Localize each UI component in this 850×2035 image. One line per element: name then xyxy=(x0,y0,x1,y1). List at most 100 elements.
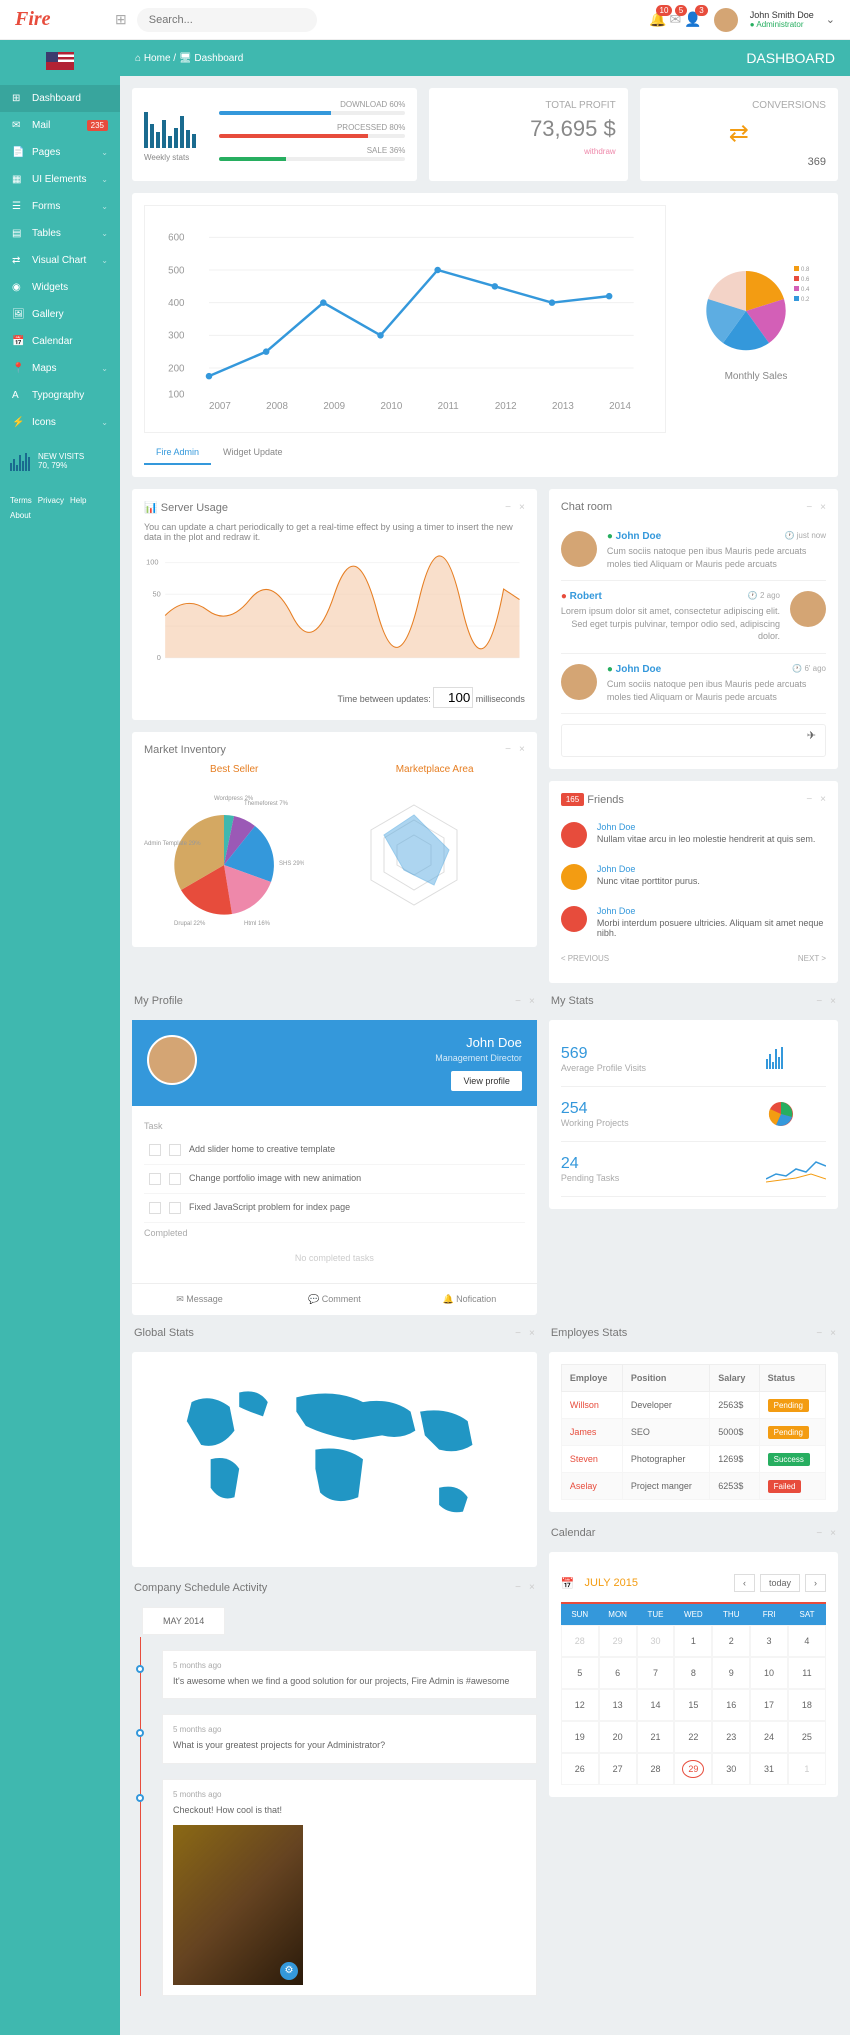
avatar[interactable] xyxy=(714,8,738,32)
calendar-cell[interactable]: 9 xyxy=(712,1657,750,1689)
breadcrumb-page[interactable]: 🖥 Dashboard xyxy=(179,53,243,64)
friends-next[interactable]: NEXT > xyxy=(798,954,826,963)
nav-calendar[interactable]: 📅 Calendar xyxy=(0,328,120,355)
calendar-cell[interactable]: 6 xyxy=(599,1657,637,1689)
nav-forms[interactable]: ☰ Forms ⌄ xyxy=(0,193,120,220)
close-icon[interactable]: × xyxy=(529,1328,535,1339)
calendar-cell[interactable]: 5 xyxy=(561,1657,599,1689)
close-icon[interactable]: × xyxy=(820,502,826,513)
minimize-icon[interactable]: − xyxy=(816,1328,822,1339)
calendar-cell[interactable]: 25 xyxy=(788,1721,826,1753)
calendar-cell[interactable]: 23 xyxy=(712,1721,750,1753)
calendar-cell[interactable]: 13 xyxy=(599,1689,637,1721)
calendar-cell[interactable]: 29 xyxy=(599,1625,637,1657)
calendar-cell[interactable]: 28 xyxy=(637,1753,675,1785)
nav-pages[interactable]: 📄 Pages ⌄ xyxy=(0,139,120,166)
checkbox[interactable] xyxy=(149,1202,161,1214)
calendar-cell[interactable]: 30 xyxy=(712,1753,750,1785)
flag-selector[interactable] xyxy=(0,40,120,85)
calendar-cell[interactable]: 3 xyxy=(750,1625,788,1657)
sidebar-link[interactable]: Help xyxy=(70,496,86,505)
sidebar-link[interactable]: About xyxy=(10,511,31,520)
calendar-cell[interactable]: 18 xyxy=(788,1689,826,1721)
calendar-cell[interactable]: 27 xyxy=(599,1753,637,1785)
calendar-cell[interactable]: 20 xyxy=(599,1721,637,1753)
calendar-cell[interactable]: 15 xyxy=(674,1689,712,1721)
minimize-icon[interactable]: − xyxy=(816,1528,822,1539)
breadcrumb-home[interactable]: ⌂ Home xyxy=(135,53,171,64)
calendar-cell[interactable]: 2 xyxy=(712,1625,750,1657)
cal-prev[interactable]: ‹ xyxy=(734,1574,755,1592)
nav-mail[interactable]: ✉ Mail 235 xyxy=(0,112,120,139)
task-item[interactable]: Change portfolio image with new animatio… xyxy=(144,1165,525,1194)
checkbox[interactable] xyxy=(169,1144,181,1156)
calendar-cell[interactable]: 22 xyxy=(674,1721,712,1753)
close-icon[interactable]: × xyxy=(830,996,836,1007)
notif-icon[interactable]: 👤3 xyxy=(684,11,701,27)
minimize-icon[interactable]: − xyxy=(816,996,822,1007)
calendar-cell[interactable]: 29 xyxy=(674,1753,712,1785)
close-icon[interactable]: × xyxy=(519,502,525,513)
send-icon[interactable]: ✈ xyxy=(807,729,816,742)
nav-typography[interactable]: A Typography xyxy=(0,382,120,409)
close-icon[interactable]: × xyxy=(529,996,535,1007)
calendar-cell[interactable]: 26 xyxy=(561,1753,599,1785)
notif-icon[interactable]: 🔔10 xyxy=(649,11,666,27)
minimize-icon[interactable]: − xyxy=(515,996,521,1007)
cal-next[interactable]: › xyxy=(805,1574,826,1592)
logo[interactable]: Fire xyxy=(15,8,115,31)
calendar-cell[interactable]: 28 xyxy=(561,1625,599,1657)
close-icon[interactable]: × xyxy=(830,1328,836,1339)
profile-action[interactable]: 💬 Comment xyxy=(267,1284,402,1315)
close-icon[interactable]: × xyxy=(529,1582,535,1593)
nav-ui-elements[interactable]: ▦ UI Elements ⌄ xyxy=(0,166,120,193)
nav-gallery[interactable]: 🖼 Gallery xyxy=(0,301,120,328)
search-input[interactable] xyxy=(137,8,317,32)
task-item[interactable]: Add slider home to creative template xyxy=(144,1136,525,1165)
calendar-cell[interactable]: 10 xyxy=(750,1657,788,1689)
calendar-cell[interactable]: 11 xyxy=(788,1657,826,1689)
tab-widget-update[interactable]: Widget Update xyxy=(211,441,295,465)
profile-action[interactable]: ✉ Message xyxy=(132,1284,267,1315)
calendar-cell[interactable]: 19 xyxy=(561,1721,599,1753)
apps-icon[interactable]: ⊞ xyxy=(115,11,127,28)
notif-icon[interactable]: ✉5 xyxy=(670,11,682,27)
minimize-icon[interactable]: − xyxy=(505,502,511,513)
checkbox[interactable] xyxy=(169,1173,181,1185)
calendar-cell[interactable]: 12 xyxy=(561,1689,599,1721)
nav-maps[interactable]: 📍 Maps ⌄ xyxy=(0,355,120,382)
profile-action[interactable]: 🔔 Nofication xyxy=(402,1284,537,1315)
nav-dashboard[interactable]: ⊞ Dashboard xyxy=(0,85,120,112)
nav-icons[interactable]: ⚡ Icons ⌄ xyxy=(0,409,120,436)
nav-visual-chart[interactable]: ⇄ Visual Chart ⌄ xyxy=(0,247,120,274)
sidebar-link[interactable]: Privacy xyxy=(38,496,64,505)
chevron-down-icon[interactable]: ⌄ xyxy=(826,13,835,26)
friend-item[interactable]: John DoeNullam vitae arcu in leo molesti… xyxy=(561,814,826,856)
update-input[interactable] xyxy=(433,687,473,708)
calendar-cell[interactable]: 17 xyxy=(750,1689,788,1721)
calendar-cell[interactable]: 1 xyxy=(674,1625,712,1657)
close-icon[interactable]: × xyxy=(830,1528,836,1539)
checkbox[interactable] xyxy=(169,1202,181,1214)
calendar-cell[interactable]: 7 xyxy=(637,1657,675,1689)
calendar-cell[interactable]: 4 xyxy=(788,1625,826,1657)
friend-item[interactable]: John DoeMorbi interdum posuere ultricies… xyxy=(561,898,826,946)
task-item[interactable]: Fixed JavaScript problem for index page xyxy=(144,1194,525,1223)
calendar-cell[interactable]: 30 xyxy=(637,1625,675,1657)
minimize-icon[interactable]: − xyxy=(515,1582,521,1593)
timeline-image[interactable] xyxy=(173,1825,303,1985)
friend-item[interactable]: John DoeNunc vitae porttitor purus. xyxy=(561,856,826,898)
checkbox[interactable] xyxy=(149,1173,161,1185)
tab-fire-admin[interactable]: Fire Admin xyxy=(144,441,211,465)
world-map[interactable] xyxy=(144,1364,525,1554)
calendar-cell[interactable]: 8 xyxy=(674,1657,712,1689)
calendar-cell[interactable]: 21 xyxy=(637,1721,675,1753)
calendar-cell[interactable]: 16 xyxy=(712,1689,750,1721)
close-icon[interactable]: × xyxy=(820,794,826,805)
nav-widgets[interactable]: ◉ Widgets xyxy=(0,274,120,301)
calendar-cell[interactable]: 14 xyxy=(637,1689,675,1721)
minimize-icon[interactable]: − xyxy=(515,1328,521,1339)
nav-tables[interactable]: ▤ Tables ⌄ xyxy=(0,220,120,247)
close-icon[interactable]: × xyxy=(519,744,525,755)
calendar-cell[interactable]: 24 xyxy=(750,1721,788,1753)
